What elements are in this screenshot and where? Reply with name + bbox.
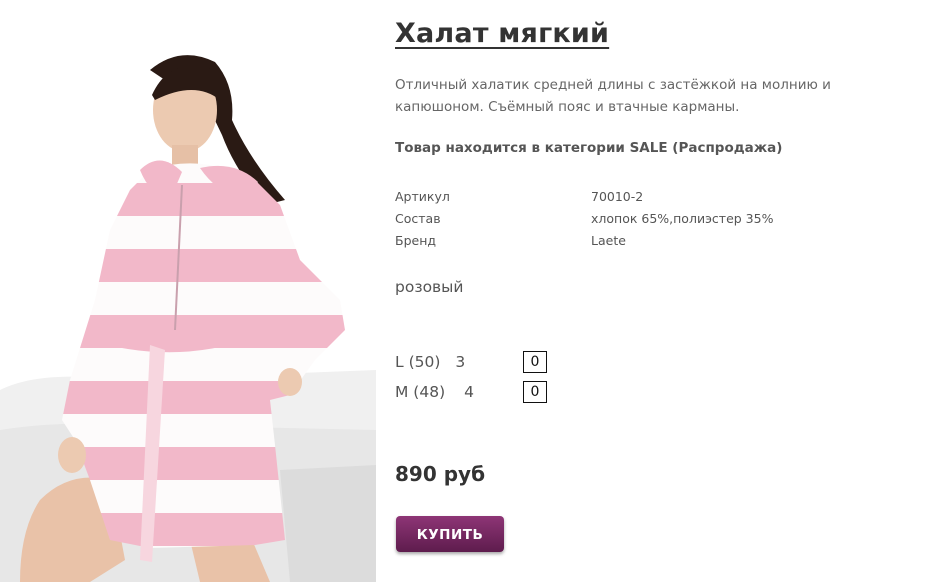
size-stock: 4 bbox=[464, 383, 474, 401]
product-price: 890 руб bbox=[395, 462, 486, 486]
sale-category-note: Товар находится в категории SALE (Распро… bbox=[395, 140, 783, 156]
spec-row-composition: Состав хлопок 65%,полиэстер 35% bbox=[395, 208, 773, 230]
spec-label: Бренд bbox=[395, 233, 437, 248]
product-title: Халат мягкий bbox=[395, 18, 610, 49]
size-label: M (48) bbox=[395, 383, 446, 401]
quantity-input-m48[interactable] bbox=[523, 381, 547, 403]
size-label: L (50) bbox=[395, 353, 441, 371]
spec-value: хлопок 65%,полиэстер 35% bbox=[591, 211, 774, 226]
spec-label: Артикул bbox=[395, 189, 450, 204]
spec-row-brand: Бренд Laete bbox=[395, 230, 773, 252]
product-color: розовый bbox=[395, 278, 464, 296]
quantity-input-l50[interactable] bbox=[523, 351, 547, 373]
size-row-l50: L (50) 3 bbox=[395, 350, 547, 374]
size-row-m48: M (48) 4 bbox=[395, 380, 547, 404]
size-stock: 3 bbox=[455, 353, 466, 371]
spec-row-article: Артикул 70010-2 bbox=[395, 186, 773, 208]
product-specs: Артикул 70010-2 Состав хлопок 65%,полиэс… bbox=[395, 186, 773, 252]
spec-value: 70010-2 bbox=[591, 189, 644, 204]
spec-value: Laete bbox=[591, 233, 626, 248]
product-description: Отличный халатик средней длины с застёжк… bbox=[395, 77, 831, 115]
spec-label: Состав bbox=[395, 211, 441, 226]
robe-model-illustration bbox=[0, 0, 376, 582]
product-photo bbox=[0, 0, 376, 582]
buy-button[interactable]: КУПИТЬ bbox=[396, 516, 504, 552]
